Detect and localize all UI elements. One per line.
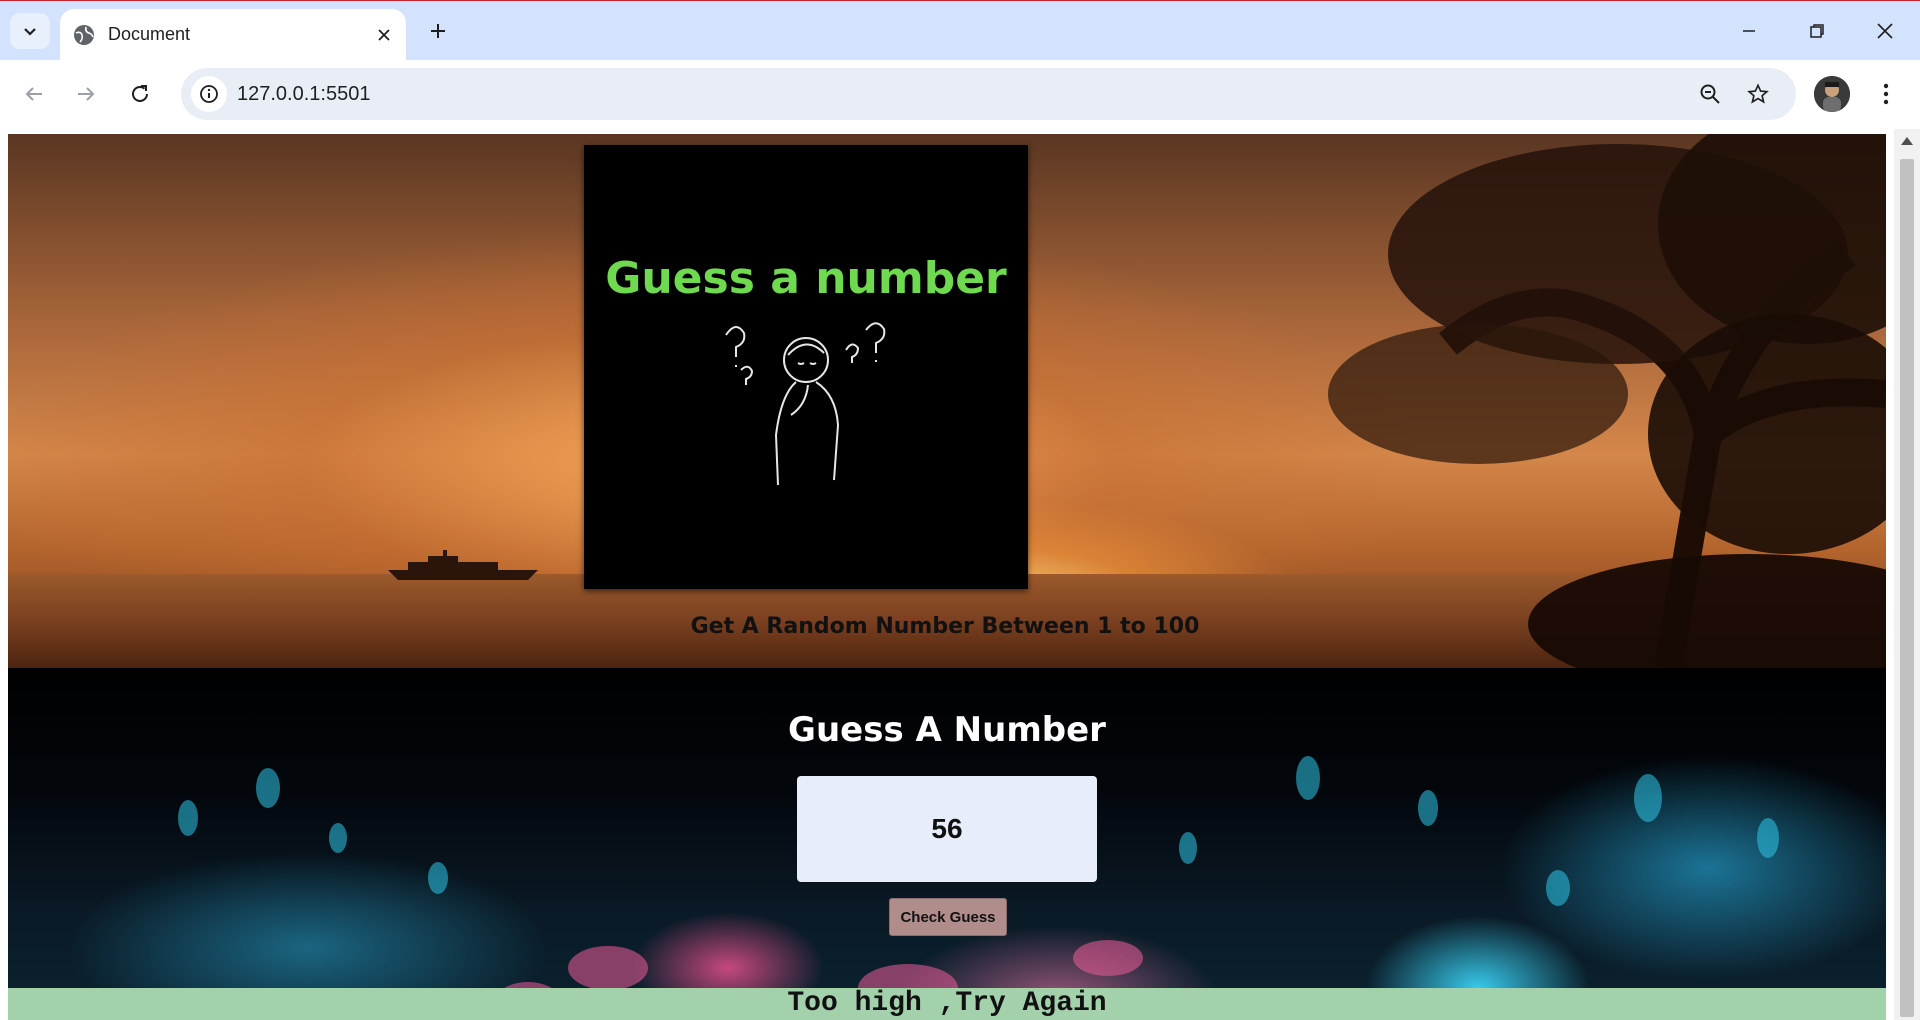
tab-search-button[interactable]: [10, 13, 50, 49]
hero-section: Guess a number Get A Random Number Betwe…: [8, 134, 1886, 668]
minimize-icon: [1743, 30, 1755, 32]
zoom-button[interactable]: [1694, 78, 1726, 110]
zoom-icon: [1700, 84, 1720, 104]
info-icon: [200, 85, 218, 103]
close-icon: [378, 29, 390, 41]
logo-title: Guess a number: [605, 253, 1007, 304]
forward-button[interactable]: [66, 74, 106, 114]
plus-icon: [431, 24, 445, 38]
tab-title: Document: [108, 24, 191, 44]
avatar-image: [1814, 76, 1850, 112]
page-scrollbar[interactable]: [1894, 129, 1920, 1020]
address-bar[interactable]: 127.0.0.1:5501: [181, 68, 1796, 120]
scrollbar-thumb[interactable]: [1900, 159, 1914, 1017]
game-heading: Guess A Number: [788, 710, 1106, 750]
chevron-down-icon: [24, 28, 36, 36]
back-button[interactable]: [14, 74, 54, 114]
triangle-up-icon: [1901, 137, 1913, 145]
kebab-menu-icon: [1883, 83, 1889, 105]
restore-icon: [1810, 24, 1824, 38]
window-close-button[interactable]: [1862, 11, 1908, 51]
bookmark-button[interactable]: [1742, 78, 1774, 110]
result-message-bar: Too high ,Try Again: [8, 988, 1886, 1020]
reload-button[interactable]: [120, 74, 160, 114]
hero-subtitle: Get A Random Number Between 1 to 100: [8, 614, 1886, 639]
globe-icon: [74, 25, 94, 45]
profile-avatar[interactable]: [1814, 76, 1850, 112]
restore-button[interactable]: [1794, 11, 1840, 51]
minimize-button[interactable]: [1726, 11, 1772, 51]
back-icon: [25, 87, 42, 101]
check-guess-button[interactable]: Check Guess: [889, 898, 1007, 936]
thinking-person-illustration: [725, 322, 886, 486]
browser-tab[interactable]: Document: [60, 9, 406, 61]
reload-icon: [132, 85, 148, 102]
site-info-button[interactable]: [191, 76, 227, 112]
new-tab-button[interactable]: [420, 15, 456, 47]
result-message: Too high ,Try Again: [787, 988, 1107, 1019]
subtitle-text: Get A Random Number Between 1 to 100: [690, 614, 1200, 639]
window-close-icon: [1877, 23, 1893, 39]
tab-close-button[interactable]: [370, 21, 398, 49]
tree-silhouette: [1328, 134, 1886, 668]
url-text: 127.0.0.1:5501: [237, 83, 371, 105]
page-viewport: Guess a number Get A Random Number Betwe…: [8, 134, 1886, 1020]
ship-silhouette: [388, 550, 538, 580]
guess-input[interactable]: [797, 776, 1097, 882]
logo-card: Guess a number: [584, 145, 1028, 589]
tab-strip: Document: [0, 0, 1920, 61]
forward-icon: [78, 87, 95, 101]
browser-menu-button[interactable]: [1868, 74, 1904, 114]
scroll-up-button[interactable]: [1900, 135, 1914, 147]
star-icon: [1747, 83, 1769, 104]
browser-toolbar: 127.0.0.1:5501: [0, 60, 1920, 129]
